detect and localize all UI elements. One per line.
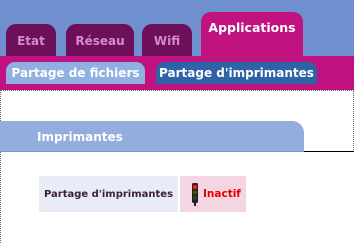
tab-applications-label: Applications (208, 20, 296, 35)
content-left-border (0, 90, 1, 243)
subtab-partage-imprimantes[interactable]: Partage d'imprimantes (156, 62, 317, 84)
tab-etat[interactable]: Etat (6, 24, 56, 56)
traffic-light-red-icon (189, 182, 201, 206)
tab-etat-label: Etat (17, 34, 45, 48)
section-title: Imprimantes (37, 129, 123, 144)
printer-sharing-status: Inactif (203, 188, 241, 200)
subtab-partage-fichiers-label: Partage de fichiers (11, 66, 140, 80)
subtab-partage-imprimantes-label: Partage d'imprimantes (159, 66, 314, 80)
printer-sharing-label: Partage d'imprimantes (43, 188, 174, 200)
section-underline (0, 151, 304, 152)
tab-applications[interactable]: Applications (201, 12, 303, 56)
tab-reseau[interactable]: Réseau (66, 24, 134, 56)
section-header-imprimantes: Imprimantes (0, 121, 304, 152)
printer-sharing-label-cell: Partage d'imprimantes (39, 176, 178, 212)
section-divider (304, 151, 354, 152)
main-tabs: Etat Réseau Wifi Applications (0, 0, 354, 56)
tab-reseau-label: Réseau (75, 34, 125, 48)
content-top-border (0, 90, 354, 91)
printer-sharing-status-cell: Inactif (180, 176, 246, 212)
tab-wifi[interactable]: Wifi (142, 24, 192, 56)
tab-wifi-label: Wifi (153, 34, 181, 48)
subtab-partage-fichiers[interactable]: Partage de fichiers (6, 62, 145, 84)
